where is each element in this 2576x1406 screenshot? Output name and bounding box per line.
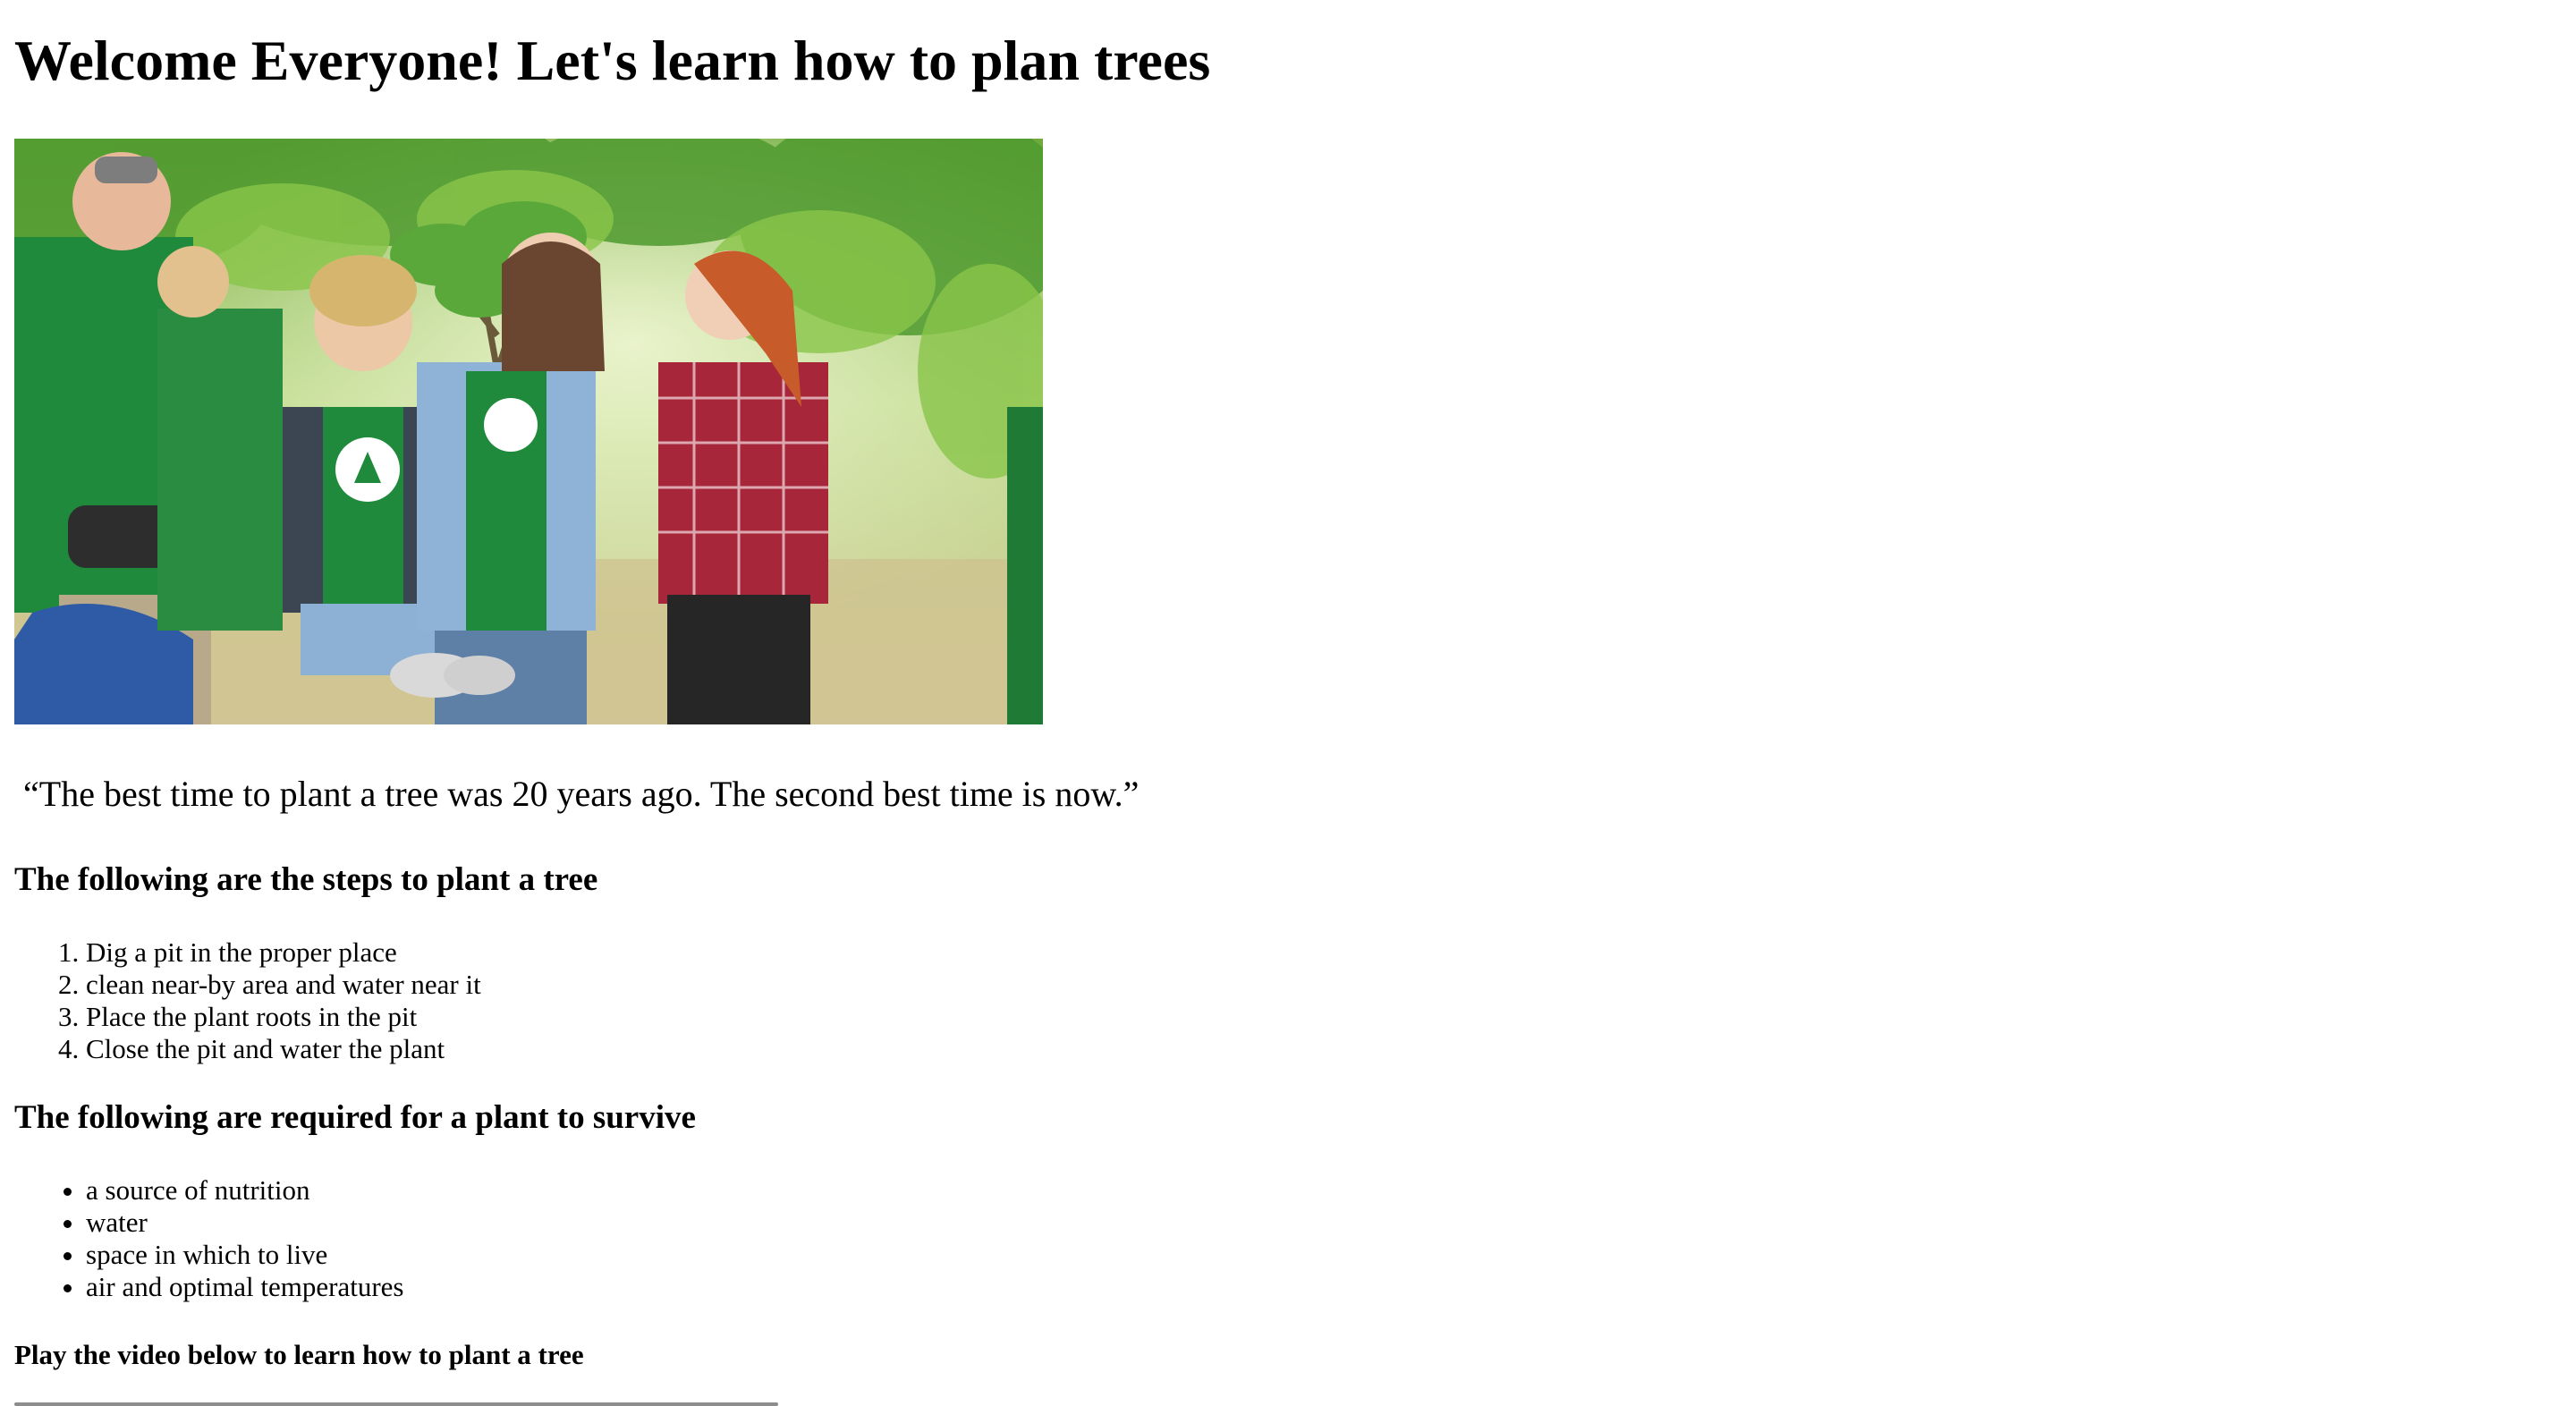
step-item: Place the plant roots in the pit	[86, 1001, 481, 1033]
tree-planting-photo	[14, 139, 1043, 724]
video-player[interactable]	[14, 1402, 778, 1406]
steps-heading: The following are the steps to plant a t…	[14, 861, 598, 898]
tree-planting-illustration	[14, 139, 1043, 724]
steps-list: Dig a pit in the proper place clean near…	[0, 936, 481, 1065]
requirements-heading: The following are required for a plant t…	[14, 1099, 696, 1136]
requirement-item: space in which to live	[86, 1239, 404, 1271]
step-item: Dig a pit in the proper place	[86, 936, 481, 969]
quote-text: “The best time to plant a tree was 20 ye…	[23, 774, 1140, 814]
step-item: clean near-by area and water near it	[86, 969, 481, 1001]
video-heading: Play the video below to learn how to pla…	[14, 1339, 584, 1370]
page-title: Welcome Everyone! Let's learn how to pla…	[14, 29, 1211, 92]
requirement-item: a source of nutrition	[86, 1174, 404, 1207]
requirements-list: a source of nutrition water space in whi…	[0, 1174, 404, 1303]
page: Welcome Everyone! Let's learn how to pla…	[0, 0, 2576, 1406]
step-item: Close the pit and water the plant	[86, 1033, 481, 1065]
requirement-item: air and optimal temperatures	[86, 1271, 404, 1303]
requirement-item: water	[86, 1207, 404, 1239]
